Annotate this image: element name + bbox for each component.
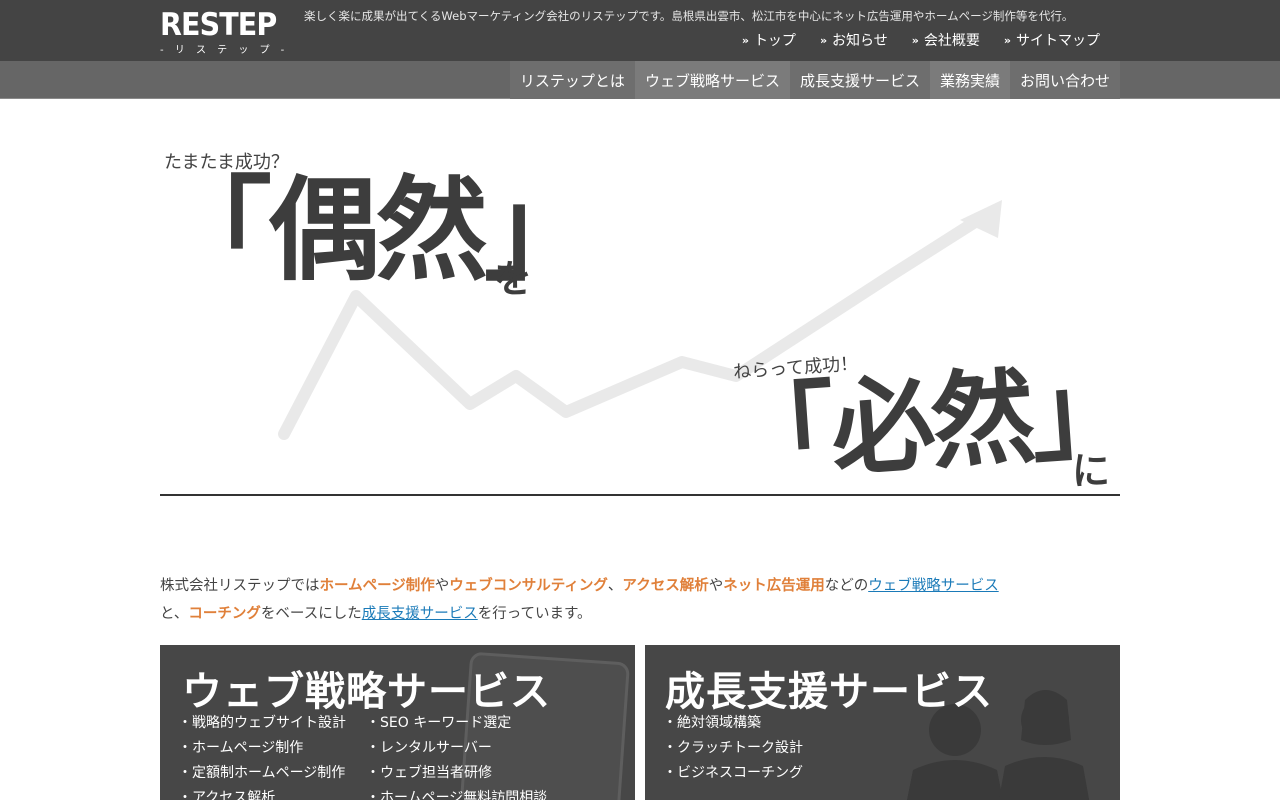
- list-item[interactable]: アクセス解析: [178, 786, 346, 800]
- utility-link-sitemap[interactable]: » サイトマップ: [1004, 32, 1100, 50]
- panel-title: 成長支援サービス: [665, 669, 993, 715]
- list-item[interactable]: ホームページ制作: [178, 736, 346, 761]
- hero-baseline: [160, 494, 1120, 496]
- intro-fragment: をベースにした: [260, 606, 362, 622]
- logo-wordmark: RESTEP: [160, 7, 277, 43]
- intro-text: 株式会社リステップではホームページ制作やウェブコンサルティング、アクセス解析やネ…: [160, 572, 1120, 628]
- list-item[interactable]: SEO キーワード選定: [366, 711, 547, 736]
- intro-highlight: ネット広告運用: [723, 578, 825, 594]
- double-chevron-right-icon: »: [819, 34, 828, 47]
- intro-highlight: ウェブコンサルティング: [449, 578, 608, 594]
- intro-fragment: や: [434, 578, 450, 594]
- site-tagline: 楽しく楽に成果が出てくるWebマーケティング会社のリステップです。島根県出雲市、…: [304, 9, 1074, 23]
- utility-link-company[interactable]: » 会社概要: [912, 32, 980, 50]
- intro-highlight: コーチング: [188, 606, 261, 622]
- nav-item-web-strategy[interactable]: ウェブ戦略サービス: [634, 61, 790, 99]
- service-list: 戦略的ウェブサイト設計 ホームページ制作 定額制ホームページ制作 アクセス解析: [178, 711, 346, 800]
- web-strategy-panel[interactable]: ウェブ戦略サービス 戦略的ウェブサイト設計 ホームページ制作 定額制ホームページ…: [160, 645, 635, 800]
- list-item[interactable]: クラッチトーク設計: [663, 736, 803, 761]
- nav-item-about[interactable]: リステップとは: [509, 61, 635, 99]
- intro-fragment: 株式会社リステップでは: [160, 578, 320, 594]
- utility-link-label: トップ: [753, 33, 796, 49]
- intro-link-growth-support[interactable]: 成長支援サービス: [362, 606, 478, 622]
- growth-support-panel[interactable]: 成長支援サービス 絶対領域構築 クラッチトーク設計 ビジネスコーチング: [645, 645, 1120, 800]
- intro-highlight: アクセス解析: [622, 578, 709, 594]
- utility-link-top[interactable]: » トップ: [742, 32, 796, 50]
- intro-fragment: などの: [824, 578, 869, 594]
- intro-fragment: と、: [160, 606, 189, 622]
- intro-fragment: を行っています。: [477, 606, 592, 622]
- utility-link-news[interactable]: » お知らせ: [820, 32, 888, 50]
- nav-item-works[interactable]: 業務実績: [929, 61, 1010, 99]
- utility-link-label: お知らせ: [832, 33, 888, 49]
- intro-link-web-strategy[interactable]: ウェブ戦略サービス: [868, 578, 999, 594]
- hero-particle-2: に: [1072, 449, 1111, 493]
- logo-subtitle: - リ ス テ ッ プ -: [160, 45, 289, 56]
- utility-link-label: サイトマップ: [1016, 33, 1100, 49]
- service-list: SEO キーワード選定 レンタルサーバー ウェブ担当者研修 ホームページ無料訪問…: [366, 711, 547, 800]
- double-chevron-right-icon: »: [1003, 34, 1011, 47]
- site-header: RESTEP - リ ス テ ッ プ - 楽しく楽に成果が出てくるWebマーケテ…: [0, 0, 1280, 61]
- list-item[interactable]: ウェブ担当者研修: [366, 761, 547, 786]
- intro-highlight: ホームページ制作: [319, 578, 435, 594]
- hero-particle-1: を: [494, 257, 533, 301]
- double-chevron-right-icon: »: [911, 34, 919, 47]
- site-logo[interactable]: RESTEP - リ ス テ ッ プ -: [160, 7, 284, 56]
- list-item[interactable]: ビジネスコーチング: [663, 761, 803, 786]
- nav-item-contact[interactable]: お問い合わせ: [1009, 61, 1120, 99]
- list-item[interactable]: ホームページ無料訪問相談: [366, 786, 547, 800]
- list-item[interactable]: レンタルサーバー: [366, 736, 547, 761]
- intro-fragment: や: [708, 578, 724, 594]
- main-nav: リステップとは ウェブ戦略サービス 成長支援サービス 業務実績 お問い合わせ: [0, 61, 1280, 99]
- hero-banner: たまたま成功？ 「偶然」 を ねらって成功！ 「必然」 に: [160, 140, 1135, 510]
- nav-item-growth-support[interactable]: 成長支援サービス: [789, 61, 930, 99]
- panel-title: ウェブ戦略サービス: [182, 669, 551, 715]
- list-item[interactable]: 絶対領域構築: [663, 711, 803, 736]
- double-chevron-right-icon: »: [741, 34, 749, 47]
- utility-link-label: 会社概要: [923, 33, 980, 49]
- list-item[interactable]: 戦略的ウェブサイト設計: [178, 711, 346, 736]
- list-item[interactable]: 定額制ホームページ制作: [178, 761, 346, 786]
- service-list: 絶対領域構築 クラッチトーク設計 ビジネスコーチング: [663, 711, 803, 786]
- intro-fragment: 、: [607, 578, 623, 594]
- utility-nav: » トップ » お知らせ » 会社概要 » サイトマップ: [742, 32, 1100, 50]
